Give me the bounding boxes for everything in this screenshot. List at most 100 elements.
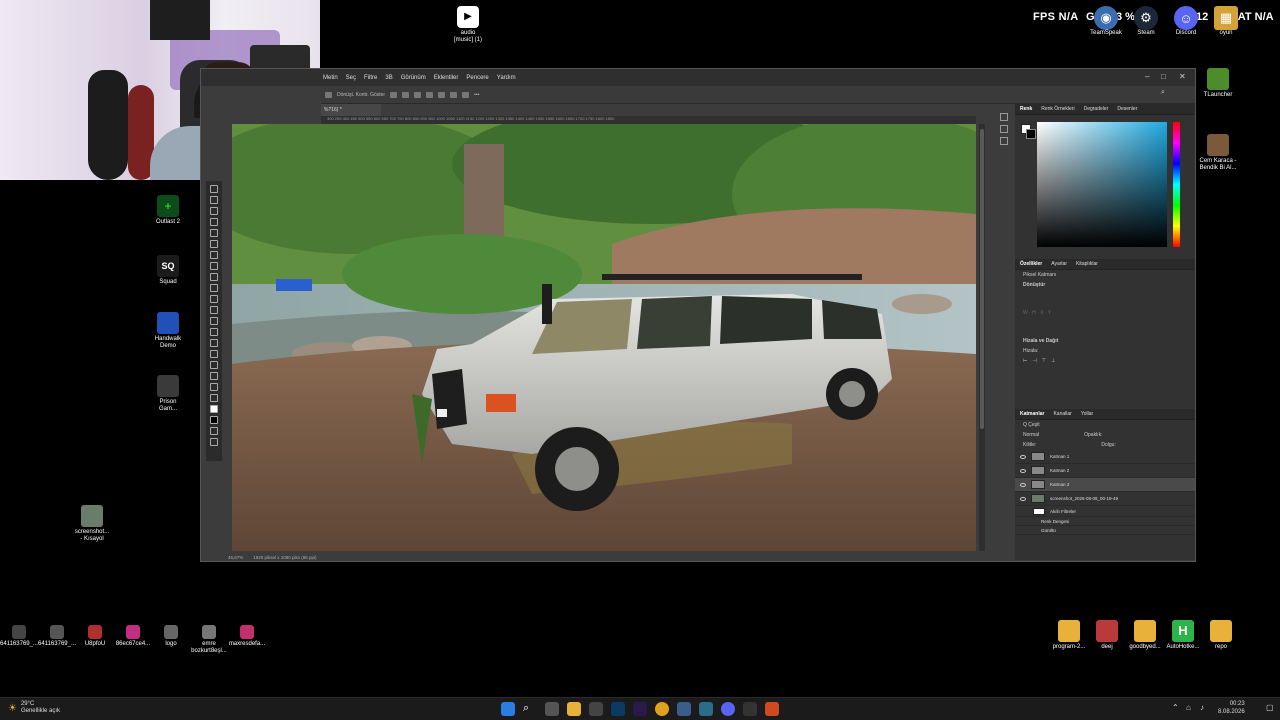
menu-eklentiler[interactable]: Eklentiler: [434, 75, 459, 81]
tab-kitapliklar[interactable]: Kitaplıklar: [1076, 261, 1098, 267]
tab-ayarlar[interactable]: Ayarlar: [1051, 261, 1067, 267]
network-icon[interactable]: ⌂: [1186, 703, 1191, 712]
quick-mask-tool[interactable]: [210, 427, 218, 435]
desktop-icon-audio[interactable]: ▶ audio [music] (1): [444, 6, 492, 44]
transform-controls-checkbox[interactable]: Dönüşt. Kontr. Göster: [337, 92, 385, 98]
tab-renk[interactable]: Renk: [1020, 106, 1032, 112]
align-left-icon[interactable]: ⊢: [1023, 358, 1027, 364]
desktop-icon-squad[interactable]: SQ Squad: [144, 255, 192, 286]
adjustments-icon[interactable]: [1000, 137, 1008, 145]
show-hidden-icons[interactable]: ⌃: [1172, 703, 1179, 712]
screen-mode-tool[interactable]: [210, 438, 218, 446]
vertical-scrollbar[interactable]: [979, 124, 985, 551]
desktop-icon-autohotkey[interactable]: H AutoHotke...: [1164, 620, 1202, 651]
more-options-icon[interactable]: •••: [474, 92, 479, 98]
premiere-taskbar-icon[interactable]: [633, 702, 647, 716]
discord-taskbar-icon[interactable]: [721, 702, 735, 716]
align-center-icon[interactable]: [402, 91, 410, 98]
desktop-icon-file-2[interactable]: 641163769_...: [38, 625, 76, 655]
align-top-icon[interactable]: ⊥: [1051, 358, 1055, 364]
close-button[interactable]: ✕: [1179, 72, 1186, 81]
clock[interactable]: 00:23 8.08.2026: [1218, 701, 1245, 717]
hand-tool[interactable]: [210, 372, 218, 380]
volume-icon[interactable]: ♪: [1200, 703, 1204, 712]
layer-row[interactable]: screenshot_2026-08-08_00-19-49: [1015, 492, 1195, 506]
align-right-icon[interactable]: ⊤: [1042, 358, 1046, 364]
visibility-eye-icon[interactable]: [1020, 496, 1026, 501]
blur-tool[interactable]: [210, 306, 218, 314]
start-button[interactable]: [501, 702, 515, 716]
eraser-tool[interactable]: [210, 284, 218, 292]
desktop-icon-deej[interactable]: deej: [1088, 620, 1126, 651]
desktop-icon-file-5[interactable]: logo: [152, 625, 190, 655]
desktop-icon-file-3[interactable]: U8pfoU: [76, 625, 114, 655]
foreground-color-swatch[interactable]: [210, 405, 218, 413]
desktop-icon-tlauncher[interactable]: TLauncher: [1194, 68, 1242, 99]
history-panel-icon[interactable]: [1000, 113, 1008, 121]
oyun-shortcut[interactable]: ▦ oyun: [1206, 6, 1246, 36]
tab-kanallar[interactable]: Kanallar: [1053, 411, 1071, 417]
weather-widget[interactable]: ☀ 29°C Genellikle açık: [8, 701, 60, 715]
align-hcenter-icon[interactable]: ⊣: [1032, 358, 1036, 364]
app-icon[interactable]: [743, 702, 757, 716]
align-middle-icon[interactable]: [438, 91, 446, 98]
desktop-icon-handwalk[interactable]: Handwalk Demo: [144, 312, 192, 350]
align-top-icon[interactable]: [426, 91, 434, 98]
distribute-icon[interactable]: [462, 91, 470, 98]
menu-metin[interactable]: Metin: [323, 75, 338, 81]
background-swatch[interactable]: [1026, 129, 1036, 139]
desktop-icon-file-6[interactable]: emre bozkurt8eşl...: [190, 625, 228, 655]
visibility-eye-icon[interactable]: [1020, 482, 1026, 487]
type-tool[interactable]: [210, 339, 218, 347]
zoom-level[interactable]: 46,67%: [228, 555, 243, 560]
desktop-icon-cem-karaca[interactable]: Cem Karaca - Bendik Bi Al...: [1194, 134, 1242, 172]
chrome-icon[interactable]: [655, 702, 669, 716]
desktop-icon-file-1[interactable]: 641163769_...: [0, 625, 38, 655]
path-select-tool[interactable]: [210, 350, 218, 358]
layer-kind-filter[interactable]: Q Çeşit: [1023, 422, 1040, 428]
tab-degradeler[interactable]: Degradeler: [1084, 106, 1109, 112]
desktop-folder-repo[interactable]: repo: [1202, 620, 1240, 651]
menu-3b[interactable]: 3B: [385, 75, 392, 81]
discord-shortcut[interactable]: ☺ Discord: [1166, 6, 1206, 36]
file-explorer-icon[interactable]: [567, 702, 581, 716]
eyedropper-tool[interactable]: [210, 229, 218, 237]
menu-gorunum[interactable]: Görünüm: [401, 75, 426, 81]
move-tool-icon[interactable]: [325, 91, 332, 98]
background-color-swatch[interactable]: [210, 416, 218, 424]
layer-row-selected[interactable]: Katman 3: [1015, 478, 1195, 492]
filter-row[interactable]: Gürültü: [1015, 526, 1195, 535]
stamp-tool[interactable]: [210, 262, 218, 270]
menu-pencere[interactable]: Pencere: [466, 75, 488, 81]
teamspeak-shortcut[interactable]: ◉ TeamSpeak: [1086, 6, 1126, 36]
desktop-icon-outlast[interactable]: + Outlast 2: [144, 195, 192, 226]
maximize-button[interactable]: □: [1161, 72, 1166, 81]
more-tools[interactable]: [210, 394, 218, 402]
history-brush-tool[interactable]: [210, 273, 218, 281]
visibility-eye-icon[interactable]: [1020, 468, 1026, 473]
align-left-icon[interactable]: [390, 91, 398, 98]
desktop-icon-prison[interactable]: Prison Gam...: [144, 375, 192, 413]
tab-ozellikler[interactable]: Özellikler: [1020, 261, 1042, 267]
layer-row[interactable]: Katman 2: [1015, 464, 1195, 478]
brush-tool[interactable]: [210, 251, 218, 259]
move-tool[interactable]: [210, 185, 218, 193]
dodge-tool[interactable]: [210, 317, 218, 325]
desktop-icon-file-4[interactable]: 86ec67ce4...: [114, 625, 152, 655]
notifications-icon[interactable]: ▢: [1266, 703, 1274, 712]
gradient-tool[interactable]: [210, 295, 218, 303]
brush-settings-icon[interactable]: [1000, 125, 1008, 133]
crop-tool[interactable]: [210, 218, 218, 226]
steam-shortcut[interactable]: ⚙ Steam: [1126, 6, 1166, 36]
app-icon[interactable]: [699, 702, 713, 716]
zoom-tool[interactable]: [210, 383, 218, 391]
desktop-folder-goodbye[interactable]: goodbyed...: [1126, 620, 1164, 651]
minimize-button[interactable]: –: [1145, 72, 1149, 81]
desktop-icon-screenshot[interactable]: screenshot... - Kısayol: [68, 505, 116, 543]
menu-filtre[interactable]: Filtre: [364, 75, 377, 81]
task-view-icon[interactable]: [545, 702, 559, 716]
lasso-tool[interactable]: [210, 207, 218, 215]
tab-yollar[interactable]: Yollar: [1081, 411, 1093, 417]
desktop-icon-file-7[interactable]: maxresdefa...: [228, 625, 266, 655]
smart-filters-row[interactable]: Akıllı Filtreler: [1015, 506, 1195, 517]
